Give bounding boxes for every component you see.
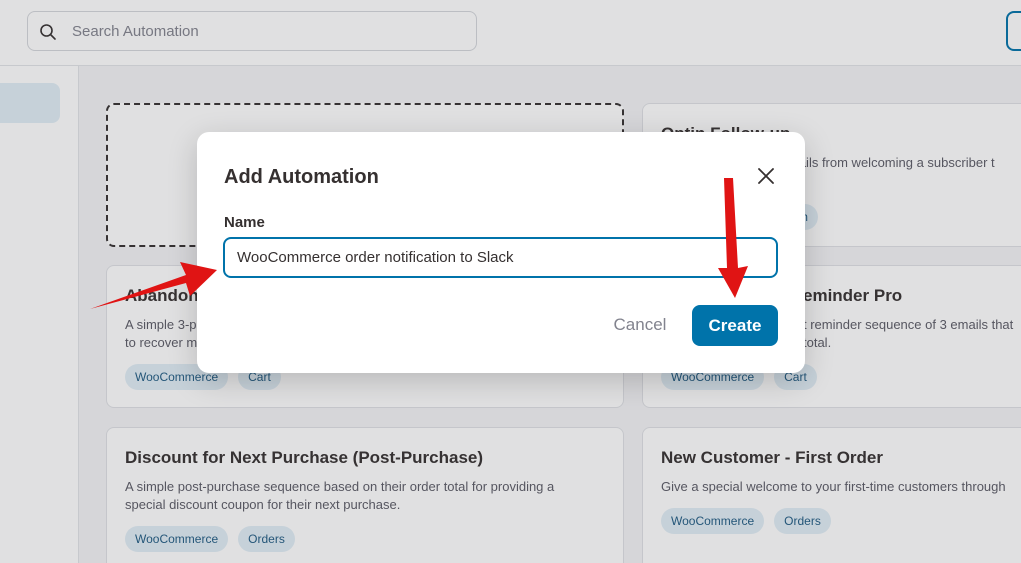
cancel-button[interactable]: Cancel: [605, 305, 675, 345]
dialog-title: Add Automation: [224, 166, 379, 188]
name-label: Name: [224, 214, 265, 231]
close-icon[interactable]: [756, 166, 776, 186]
automation-name-input[interactable]: [223, 237, 778, 278]
create-button[interactable]: Create: [692, 305, 778, 346]
add-automation-dialog: Add Automation Name Cancel Create: [197, 132, 805, 373]
